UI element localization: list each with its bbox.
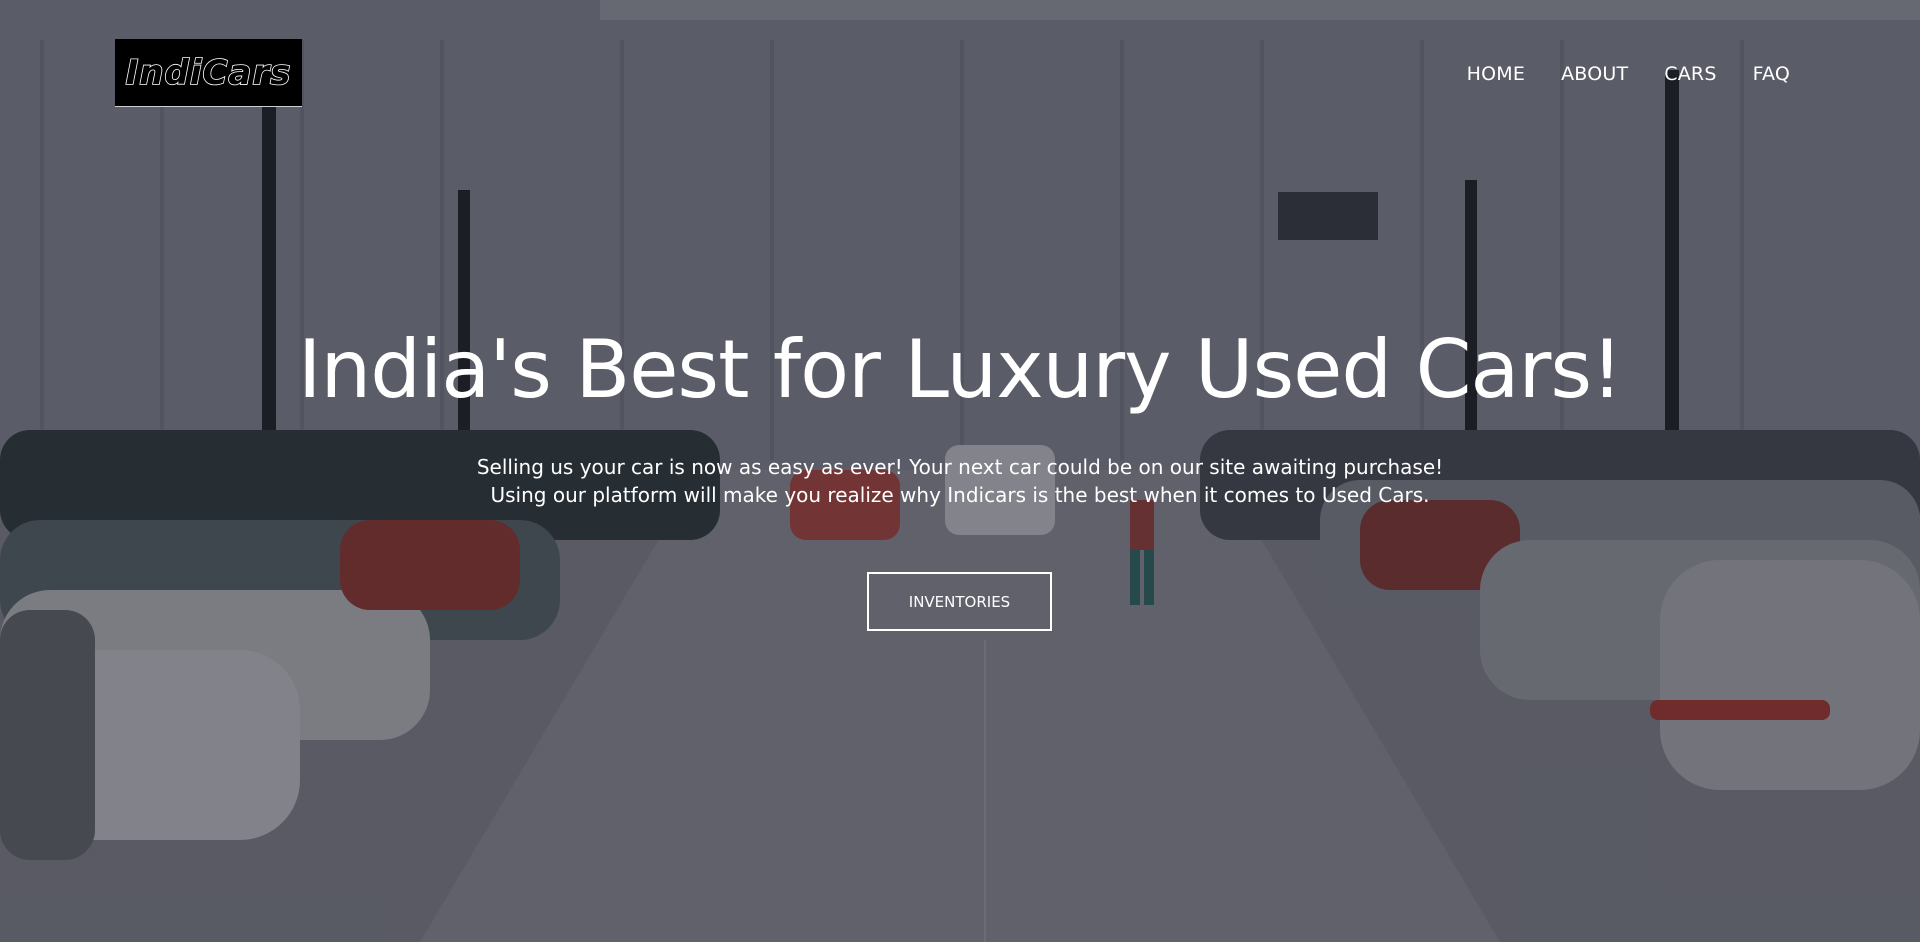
indicars-logo[interactable]: IndiCars: [115, 39, 302, 107]
logo-text: IndiCars: [125, 52, 292, 94]
inventories-button[interactable]: INVENTORIES: [867, 572, 1052, 631]
nav-item-home[interactable]: HOME: [1467, 63, 1525, 85]
hero-section: IndiCars HOME ABOUT CARS FAQ India's Bes…: [0, 0, 1920, 942]
nav-item-faq[interactable]: FAQ: [1753, 63, 1790, 85]
hero-headline: India's Best for Luxury Used Cars!: [297, 323, 1623, 416]
hero-description-line-2: Using our platform will make you realize…: [490, 483, 1430, 507]
hero-description: Selling us your car is now as easy as ev…: [0, 453, 1920, 509]
nav-item-about[interactable]: ABOUT: [1561, 63, 1628, 85]
nav-item-cars[interactable]: CARS: [1664, 63, 1716, 85]
main-navigation: HOME ABOUT CARS FAQ: [1467, 63, 1790, 85]
hero-description-line-1: Selling us your car is now as easy as ev…: [476, 455, 1444, 479]
